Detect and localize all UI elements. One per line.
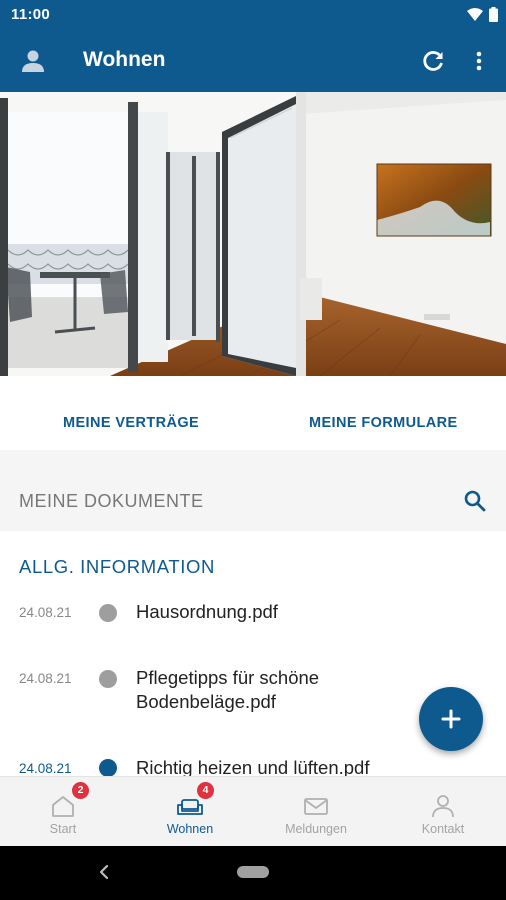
nav-item-start[interactable]: 2 Start xyxy=(0,777,126,847)
document-date: 24.08.21 xyxy=(19,671,72,686)
home-icon xyxy=(52,796,74,817)
documents-header-label: MEINE DOKUMENTE xyxy=(19,491,204,511)
refresh-button[interactable] xyxy=(418,46,448,76)
hero-image xyxy=(0,92,506,376)
battery-icon xyxy=(489,7,498,22)
document-name: Hausordnung.pdf xyxy=(136,601,278,622)
nav-item-label: Meldungen xyxy=(285,822,347,836)
nav-item-kontakt[interactable]: Kontakt xyxy=(380,777,506,847)
status-time: 11:00 xyxy=(11,6,51,23)
system-navigation-bar xyxy=(0,846,506,900)
link-row: MEINE VERTRÄGE MEINE FORMULARE xyxy=(0,376,506,450)
nav-item-label: Start xyxy=(49,822,77,836)
page-title: Wohnen xyxy=(83,48,166,71)
unread-status-dot xyxy=(99,759,117,777)
search-icon xyxy=(464,490,486,512)
read-status-dot xyxy=(99,604,117,622)
bottom-navigation: 2 Start 4 Wohnen Meldungen Kontakt xyxy=(0,776,506,846)
documents-header: MEINE DOKUMENTE xyxy=(0,450,506,531)
home-pill[interactable] xyxy=(237,866,269,878)
search-button[interactable] xyxy=(462,488,488,514)
add-button[interactable] xyxy=(419,687,483,751)
my-contracts-link[interactable]: MEINE VERTRÄGE xyxy=(63,415,199,431)
my-forms-link[interactable]: MEINE FORMULARE xyxy=(309,415,458,431)
nav-item-meldungen[interactable]: Meldungen xyxy=(253,777,379,847)
refresh-icon xyxy=(423,51,443,71)
document-date: 24.08.21 xyxy=(19,761,72,776)
document-name: Pflegetipps für schöne Bodenbeläge.pdf xyxy=(136,667,320,712)
more-vert-icon xyxy=(476,51,482,71)
person-icon xyxy=(432,795,454,818)
plus-icon xyxy=(441,709,461,729)
profile-button[interactable] xyxy=(18,46,48,76)
back-icon[interactable] xyxy=(96,864,112,880)
section-title: ALLG. INFORMATION xyxy=(19,556,215,577)
person-icon xyxy=(22,50,44,72)
nav-item-label: Kontakt xyxy=(421,822,465,836)
mail-icon xyxy=(304,798,328,815)
read-status-dot xyxy=(99,670,117,688)
app-bar: Wohnen xyxy=(0,30,506,92)
wifi-icon xyxy=(467,7,483,21)
status-bar: 11:00 xyxy=(0,0,506,30)
notification-badge: 2 xyxy=(72,782,89,799)
more-options-button[interactable] xyxy=(464,46,494,76)
nav-item-label: Wohnen xyxy=(166,822,214,836)
status-icons xyxy=(467,7,498,22)
notification-badge: 4 xyxy=(197,782,214,799)
nav-item-wohnen[interactable]: 4 Wohnen xyxy=(127,777,253,847)
list-item[interactable]: 24.08.21 Hausordnung.pdf xyxy=(0,600,506,640)
document-date: 24.08.21 xyxy=(19,605,72,620)
